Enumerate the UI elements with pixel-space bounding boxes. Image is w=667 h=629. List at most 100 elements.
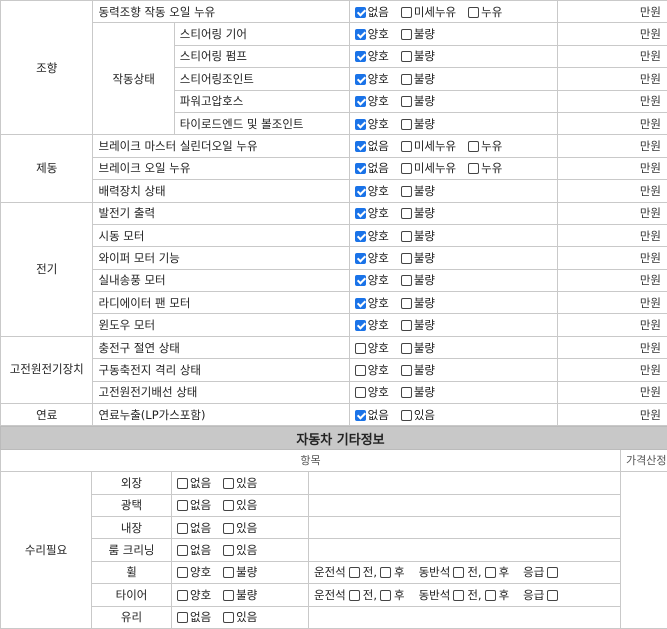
none-checkbox[interactable]: [177, 500, 188, 511]
exists-checkbox[interactable]: [223, 612, 234, 623]
bad-checkbox[interactable]: [401, 186, 412, 197]
passenger-before-checkbox[interactable]: [453, 590, 464, 601]
minor-leak-option[interactable]: 미세누유: [401, 160, 456, 176]
exists-option[interactable]: 있음: [223, 520, 257, 536]
bad-checkbox[interactable]: [401, 320, 412, 331]
good-checkbox[interactable]: [355, 231, 366, 242]
good-checkbox[interactable]: [177, 590, 188, 601]
good-option[interactable]: 양호: [355, 295, 389, 311]
good-checkbox[interactable]: [355, 320, 366, 331]
passenger-before-checkbox[interactable]: [453, 567, 464, 578]
good-checkbox[interactable]: [355, 298, 366, 309]
none-checkbox[interactable]: [177, 612, 188, 623]
passenger-after-checkbox[interactable]: [485, 590, 496, 601]
none-option[interactable]: 없음: [355, 160, 389, 176]
good-checkbox[interactable]: [177, 567, 188, 578]
none-checkbox[interactable]: [355, 7, 366, 18]
good-checkbox[interactable]: [355, 29, 366, 40]
good-checkbox[interactable]: [355, 51, 366, 62]
bad-checkbox[interactable]: [401, 96, 412, 107]
good-checkbox[interactable]: [355, 387, 366, 398]
exists-checkbox[interactable]: [223, 545, 234, 556]
leak-option[interactable]: 누유: [468, 4, 502, 20]
bad-option[interactable]: 불량: [401, 93, 435, 109]
bad-checkbox[interactable]: [401, 253, 412, 264]
good-option[interactable]: 양호: [177, 587, 211, 603]
exists-option[interactable]: 있음: [223, 542, 257, 558]
bad-checkbox[interactable]: [401, 387, 412, 398]
none-option[interactable]: 없음: [177, 520, 211, 536]
bad-option[interactable]: 불량: [401, 26, 435, 42]
leak-checkbox[interactable]: [468, 163, 479, 174]
bad-option[interactable]: 불량: [401, 48, 435, 64]
bad-checkbox[interactable]: [401, 343, 412, 354]
passenger-after-checkbox[interactable]: [485, 567, 496, 578]
good-option[interactable]: 양호: [355, 71, 389, 87]
driver-before-checkbox[interactable]: [349, 590, 360, 601]
bad-checkbox[interactable]: [401, 51, 412, 62]
exists-checkbox[interactable]: [223, 500, 234, 511]
good-checkbox[interactable]: [355, 275, 366, 286]
none-option[interactable]: 없음: [177, 497, 211, 513]
driver-after-checkbox[interactable]: [380, 567, 391, 578]
bad-checkbox[interactable]: [223, 590, 234, 601]
good-option[interactable]: 양호: [355, 317, 389, 333]
leak-checkbox[interactable]: [468, 141, 479, 152]
none-option[interactable]: 없음: [355, 138, 389, 154]
good-option[interactable]: 양호: [355, 48, 389, 64]
good-option[interactable]: 양호: [355, 250, 389, 266]
bad-checkbox[interactable]: [401, 29, 412, 40]
none-checkbox[interactable]: [177, 523, 188, 534]
bad-option[interactable]: 불량: [401, 362, 435, 378]
good-option[interactable]: 양호: [355, 26, 389, 42]
good-checkbox[interactable]: [355, 186, 366, 197]
minor-leak-checkbox[interactable]: [401, 141, 412, 152]
good-option[interactable]: 양호: [355, 93, 389, 109]
minor-leak-option[interactable]: 미세누유: [401, 4, 456, 20]
bad-checkbox[interactable]: [401, 275, 412, 286]
driver-after-checkbox[interactable]: [380, 590, 391, 601]
good-option[interactable]: 양호: [355, 205, 389, 221]
none-option[interactable]: 없음: [177, 542, 211, 558]
exists-option[interactable]: 있음: [223, 475, 257, 491]
driver-before-checkbox[interactable]: [349, 567, 360, 578]
bad-option[interactable]: 불량: [401, 384, 435, 400]
bad-option[interactable]: 불량: [223, 587, 257, 603]
bad-checkbox[interactable]: [401, 74, 412, 85]
none-checkbox[interactable]: [355, 141, 366, 152]
bad-option[interactable]: 불량: [401, 250, 435, 266]
bad-option[interactable]: 불량: [223, 564, 257, 580]
bad-option[interactable]: 불량: [401, 295, 435, 311]
bad-checkbox[interactable]: [401, 231, 412, 242]
good-checkbox[interactable]: [355, 96, 366, 107]
good-option[interactable]: 양호: [177, 564, 211, 580]
none-option[interactable]: 없음: [177, 475, 211, 491]
bad-option[interactable]: 불량: [401, 340, 435, 356]
bad-option[interactable]: 불량: [401, 71, 435, 87]
good-checkbox[interactable]: [355, 208, 366, 219]
bad-option[interactable]: 불량: [401, 116, 435, 132]
good-option[interactable]: 양호: [355, 116, 389, 132]
exists-checkbox[interactable]: [401, 410, 412, 421]
none-checkbox[interactable]: [177, 478, 188, 489]
exists-option[interactable]: 있음: [223, 497, 257, 513]
good-option[interactable]: 양호: [355, 384, 389, 400]
exists-checkbox[interactable]: [223, 523, 234, 534]
good-checkbox[interactable]: [355, 365, 366, 376]
good-option[interactable]: 양호: [355, 183, 389, 199]
bad-option[interactable]: 불량: [401, 205, 435, 221]
none-option[interactable]: 없음: [177, 609, 211, 625]
good-option[interactable]: 양호: [355, 228, 389, 244]
leak-checkbox[interactable]: [468, 7, 479, 18]
bad-option[interactable]: 불량: [401, 317, 435, 333]
bad-checkbox[interactable]: [223, 567, 234, 578]
bad-checkbox[interactable]: [401, 119, 412, 130]
good-option[interactable]: 양호: [355, 272, 389, 288]
good-checkbox[interactable]: [355, 74, 366, 85]
none-checkbox[interactable]: [177, 545, 188, 556]
none-option[interactable]: 없음: [355, 4, 389, 20]
exists-option[interactable]: 있음: [223, 609, 257, 625]
leak-option[interactable]: 누유: [468, 138, 502, 154]
good-option[interactable]: 양호: [355, 362, 389, 378]
minor-leak-checkbox[interactable]: [401, 7, 412, 18]
